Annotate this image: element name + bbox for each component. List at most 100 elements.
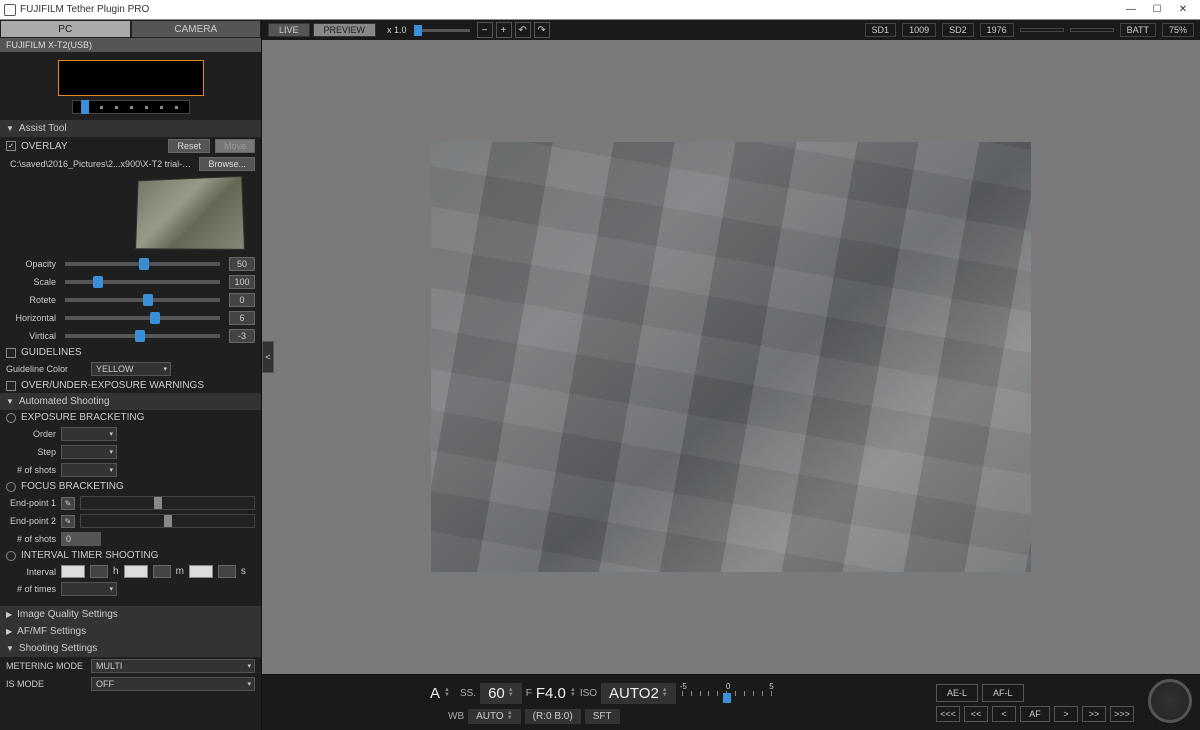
- endpoint2-pick-button[interactable]: ✎: [61, 515, 75, 528]
- overlay-checkbox[interactable]: [6, 141, 16, 151]
- wb-shift-button[interactable]: SFT: [585, 709, 620, 724]
- ae-lock-button[interactable]: AE-L: [936, 684, 978, 702]
- interval-timer-radio[interactable]: [6, 551, 16, 561]
- guideline-color-value: YELLOW: [96, 364, 134, 374]
- autofocus-button[interactable]: AF: [1020, 706, 1050, 722]
- vertical-value[interactable]: -3: [229, 329, 255, 343]
- wb-value: AUTO: [476, 711, 504, 722]
- opacity-slider[interactable]: [65, 262, 220, 266]
- focus-far-fine-button[interactable]: <: [992, 706, 1016, 722]
- camera-name: FUJIFILM X-T2(USB): [0, 38, 261, 52]
- move-button[interactable]: Move: [215, 139, 255, 153]
- guideline-color-select[interactable]: YELLOW ▾: [91, 362, 171, 376]
- af-lock-button[interactable]: AF-L: [982, 684, 1024, 702]
- exposure-bracketing-radio[interactable]: [6, 413, 16, 423]
- horizontal-slider[interactable]: [65, 316, 220, 320]
- vertical-slider[interactable]: [65, 334, 220, 338]
- afmf-label: AF/MF Settings: [17, 626, 86, 637]
- chevron-down-icon: ▾: [247, 662, 251, 670]
- endpoint1-pick-button[interactable]: ✎: [61, 497, 75, 510]
- rotate-label: Rotete: [6, 295, 56, 305]
- ss-label: SS.: [460, 688, 476, 699]
- focus-shots-label: # of shots: [6, 534, 56, 544]
- preview-area: <: [262, 40, 1200, 674]
- exposure-comp-slider[interactable]: [680, 691, 774, 705]
- focus-near-fine-button[interactable]: >: [1054, 706, 1078, 722]
- interval-hours-input[interactable]: [61, 565, 85, 578]
- times-label: # of times: [6, 584, 56, 594]
- times-select[interactable]: ▾: [61, 582, 117, 596]
- preview-button[interactable]: PREVIEW: [313, 23, 377, 37]
- horizontal-value[interactable]: 6: [229, 311, 255, 325]
- thumbnail-slider[interactable]: [72, 100, 190, 114]
- interval-seconds-step[interactable]: [218, 565, 236, 578]
- exposure-warnings-checkbox[interactable]: [6, 381, 16, 391]
- rotate-value[interactable]: 0: [229, 293, 255, 307]
- close-button[interactable]: ✕: [1170, 1, 1196, 19]
- reset-button[interactable]: Reset: [168, 139, 210, 153]
- focus-bracketing-radio[interactable]: [6, 482, 16, 492]
- app-icon: [4, 4, 16, 16]
- mode-stepper[interactable]: ▲▼: [444, 688, 450, 698]
- panel-collapse-handle[interactable]: <: [262, 341, 274, 373]
- guidelines-checkbox[interactable]: [6, 348, 16, 358]
- shots-select[interactable]: ▾: [61, 463, 117, 477]
- step-select[interactable]: ▾: [61, 445, 117, 459]
- shutter-jog-dial[interactable]: [1148, 679, 1192, 723]
- section-image-quality[interactable]: ▶ Image Quality Settings: [0, 606, 261, 623]
- minimize-button[interactable]: —: [1118, 1, 1144, 19]
- interval-hours-step[interactable]: [90, 565, 108, 578]
- chevron-down-icon: ▾: [163, 365, 167, 373]
- section-assist-tool[interactable]: ▼ Assist Tool: [0, 120, 261, 137]
- rotate-slider[interactable]: [65, 298, 220, 302]
- browse-button[interactable]: Browse...: [199, 157, 255, 171]
- sd2-label: SD2: [942, 23, 974, 37]
- tab-camera[interactable]: CAMERA: [131, 20, 262, 38]
- section-automated-shooting[interactable]: ▼ Automated Shooting: [0, 393, 261, 410]
- interval-minutes-step[interactable]: [153, 565, 171, 578]
- tab-pc[interactable]: PC: [0, 20, 131, 38]
- source-tabs: PC CAMERA: [0, 20, 261, 38]
- f-label: F: [526, 688, 532, 699]
- scale-label: Scale: [6, 277, 56, 287]
- is-mode-label: IS MODE: [6, 679, 86, 689]
- zoom-slider[interactable]: [414, 29, 470, 32]
- zoom-plus-button[interactable]: +: [496, 22, 512, 38]
- section-shooting-settings[interactable]: ▼ Shooting Settings: [0, 640, 261, 657]
- focus-shots-value[interactable]: 0: [61, 532, 101, 546]
- rotate-ccw-button[interactable]: ↶: [515, 22, 531, 38]
- status-field-2: [1070, 28, 1114, 32]
- is-mode-select[interactable]: OFF ▾: [91, 677, 255, 691]
- scale-value[interactable]: 100: [229, 275, 255, 289]
- left-panel: PC CAMERA FUJIFILM X-T2(USB) ▼ Assist To…: [0, 20, 262, 730]
- focus-far-button[interactable]: <<: [964, 706, 988, 722]
- interval-minutes-input[interactable]: [124, 565, 148, 578]
- iso-field[interactable]: AUTO2 ▲▼: [601, 683, 676, 704]
- interval-seconds-input[interactable]: [189, 565, 213, 578]
- is-mode-value: OFF: [96, 679, 114, 689]
- section-afmf[interactable]: ▶ AF/MF Settings: [0, 623, 261, 640]
- endpoint2-label: End-point 2: [6, 516, 56, 526]
- live-button[interactable]: LIVE: [268, 23, 310, 37]
- scale-slider[interactable]: [65, 280, 220, 284]
- order-select[interactable]: ▾: [61, 427, 117, 441]
- focus-near-button[interactable]: >>: [1082, 706, 1106, 722]
- endpoint1-slider[interactable]: [80, 496, 255, 510]
- metering-mode-select[interactable]: MULTI ▾: [91, 659, 255, 673]
- wb-field[interactable]: AUTO ▲▼: [468, 709, 521, 724]
- opacity-value[interactable]: 50: [229, 257, 255, 271]
- focus-near-fast-button[interactable]: >>>: [1110, 706, 1134, 722]
- aperture-stepper[interactable]: ▲▼: [570, 688, 576, 698]
- zoom-minus-button[interactable]: −: [477, 22, 493, 38]
- interval-label: Interval: [6, 567, 56, 577]
- iso-value: AUTO2: [609, 685, 659, 702]
- endpoint2-slider[interactable]: [80, 514, 255, 528]
- shutter-speed-field[interactable]: 60 ▲▼: [480, 683, 522, 704]
- focus-far-fast-button[interactable]: <<<: [936, 706, 960, 722]
- preview-image[interactable]: [431, 142, 1031, 572]
- rotate-cw-button[interactable]: ↷: [534, 22, 550, 38]
- interval-timer-label: INTERVAL TIMER SHOOTING: [21, 550, 158, 561]
- batt-label: BATT: [1120, 23, 1156, 37]
- assist-tool-label: Assist Tool: [19, 123, 67, 134]
- maximize-button[interactable]: ☐: [1144, 1, 1170, 19]
